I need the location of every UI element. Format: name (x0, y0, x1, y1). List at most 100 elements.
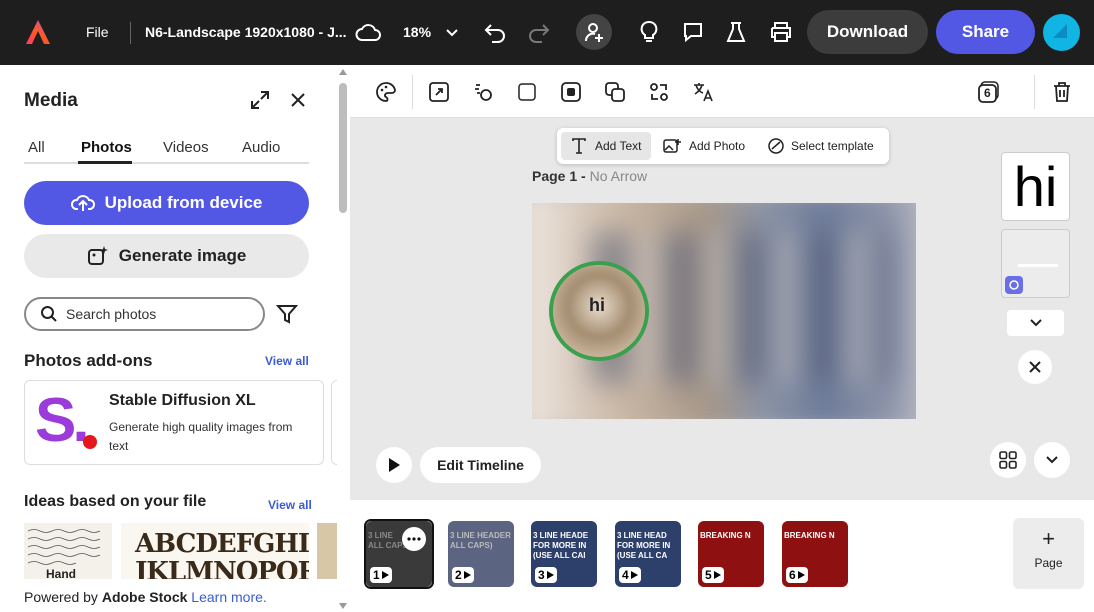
close-icon (1029, 361, 1041, 373)
media-panel: Media All Photos Videos Audio Upload fro… (0, 65, 337, 612)
document-title[interactable]: N6-Landscape 1920x1080 - J... (145, 0, 347, 65)
toolbar-divider (412, 75, 413, 109)
page-thumbnail[interactable]: 3 LINE HEADER ALL CAPS) 2 (448, 521, 514, 587)
panel-scrollbar[interactable] (337, 65, 350, 612)
thumb-heading: (USE ALL CA (617, 551, 668, 560)
panel-title: Media (24, 90, 78, 111)
selected-thumb-frame (364, 519, 434, 589)
play-button[interactable] (376, 447, 412, 483)
thumb-heading: FOR MORE IN (617, 541, 671, 550)
download-button[interactable]: Download (807, 10, 928, 54)
background-remove-icon[interactable] (559, 80, 583, 104)
close-previews-button[interactable] (1018, 350, 1052, 384)
canvas-area: Add Text Add Photo Select template Page … (350, 65, 1094, 500)
print-icon[interactable] (768, 20, 794, 44)
adobe-express-logo[interactable] (24, 18, 52, 46)
add-page-button[interactable]: + Page (1013, 518, 1084, 589)
layers-button[interactable]: 6 (977, 80, 1003, 106)
frame-icon[interactable] (515, 80, 539, 104)
idea-thumb-coffee[interactable] (317, 523, 337, 579)
close-icon[interactable] (289, 91, 307, 109)
page-thumbnail[interactable]: BREAKING N 5 (698, 521, 764, 587)
design-palette-icon[interactable] (374, 80, 398, 104)
expand-icon[interactable] (249, 89, 271, 111)
collapse-button[interactable] (1034, 442, 1070, 478)
page-number-badge: 4 (619, 567, 641, 583)
scroll-thumb[interactable] (339, 83, 347, 213)
generate-label: Generate image (118, 246, 247, 265)
add-photo-icon (663, 138, 681, 154)
view-all-addons-link[interactable]: View all (265, 354, 309, 368)
view-all-ideas-link[interactable]: View all (268, 498, 312, 512)
divider (130, 22, 131, 44)
resize-icon[interactable] (427, 80, 451, 104)
chevron-down-icon (1046, 456, 1058, 464)
filter-icon[interactable] (275, 303, 299, 325)
upload-from-device-button[interactable]: Upload from device (24, 181, 309, 225)
tab-all[interactable]: All (28, 139, 45, 156)
text-icon (571, 138, 587, 154)
share-button[interactable]: Share (936, 10, 1035, 54)
file-menu[interactable]: File (86, 0, 109, 65)
idea-thumb-handwriting[interactable]: Hand (24, 523, 112, 579)
trash-icon[interactable] (1051, 80, 1073, 104)
generate-image-button[interactable]: Generate image (24, 234, 309, 278)
addon-card[interactable]: S. Stable Diffusion XL Generate high qua… (24, 380, 324, 465)
comment-icon[interactable] (681, 20, 705, 44)
page-subtitle: No Arrow (589, 168, 648, 184)
page-preview-blank[interactable] (1001, 229, 1070, 298)
page-number-label: Page 1 - (532, 168, 590, 184)
learn-more-link[interactable]: Learn more. (191, 589, 266, 605)
search-input[interactable]: Search photos (24, 297, 265, 331)
beaker-icon[interactable] (725, 20, 747, 44)
thumb-heading: BREAKING N (700, 531, 751, 540)
tabs-underline (24, 162, 309, 164)
lightbulb-icon[interactable] (638, 20, 660, 44)
add-text-button[interactable]: Add Text (561, 132, 651, 160)
page-number-badge: 3 (535, 567, 557, 583)
tab-videos[interactable]: Videos (163, 139, 209, 156)
scroll-down-arrow[interactable] (339, 603, 347, 609)
layers-count: 6 (984, 86, 991, 100)
zoom-level[interactable]: 18% (403, 0, 431, 65)
page-number: 2 (455, 568, 462, 582)
page-number-badge: 5 (702, 567, 724, 583)
footer-prefix: Powered by (24, 589, 102, 605)
edit-timeline-button[interactable]: Edit Timeline (420, 447, 541, 483)
cloud-icon[interactable] (354, 20, 382, 44)
magnifier-lens[interactable]: hi (549, 261, 649, 361)
translate-icon[interactable] (691, 80, 715, 104)
invite-user-icon[interactable] (576, 14, 612, 50)
redo-icon[interactable] (526, 20, 552, 44)
undo-icon[interactable] (482, 20, 508, 44)
thumb-heading: BREAKING N (784, 531, 835, 540)
tab-audio[interactable]: Audio (242, 139, 280, 156)
swap-icon[interactable] (647, 80, 671, 104)
grid-view-button[interactable] (990, 442, 1026, 478)
page-thumbnail[interactable]: 3 LINE HEADE FOR MORE IN (USE ALL CAI 3 (531, 521, 597, 587)
grid-icon (998, 450, 1018, 470)
canvas-toolbar: 6 (350, 65, 1094, 118)
page-thumbnail[interactable]: BREAKING N 6 (782, 521, 848, 587)
layers-duplicate-icon[interactable] (603, 80, 627, 104)
animate-icon[interactable] (471, 80, 495, 104)
thumb-heading: ALL CAPS) (450, 541, 493, 550)
tab-photos[interactable]: Photos (81, 139, 132, 156)
chevron-down-icon[interactable] (444, 25, 460, 41)
page-thumbnail[interactable]: 3 LINE HEAD FOR MORE IN (USE ALL CA 4 (615, 521, 681, 587)
previews-chevron-button[interactable] (1007, 310, 1064, 336)
play-icon (713, 568, 721, 582)
add-text-label: Add Text (595, 139, 642, 153)
idea-thumb-font[interactable]: ABCDEFGHI JKLMNOPQR (121, 523, 309, 579)
top-bar: File N6-Landscape 1920x1080 - J... 18% D… (0, 0, 1094, 65)
select-template-button[interactable]: Select template (765, 132, 885, 160)
add-photo-button[interactable]: Add Photo (661, 132, 753, 160)
stable-diffusion-logo: S. (35, 386, 99, 455)
add-photo-label: Add Photo (689, 139, 746, 153)
avatar[interactable] (1043, 14, 1080, 51)
addon-description: Generate high quality images from text (109, 420, 293, 453)
logo-letter: S. (35, 386, 90, 455)
chevron-down-icon (1029, 319, 1042, 327)
scroll-up-arrow[interactable] (339, 69, 347, 75)
page-preview-hi[interactable]: hi (1001, 152, 1070, 221)
